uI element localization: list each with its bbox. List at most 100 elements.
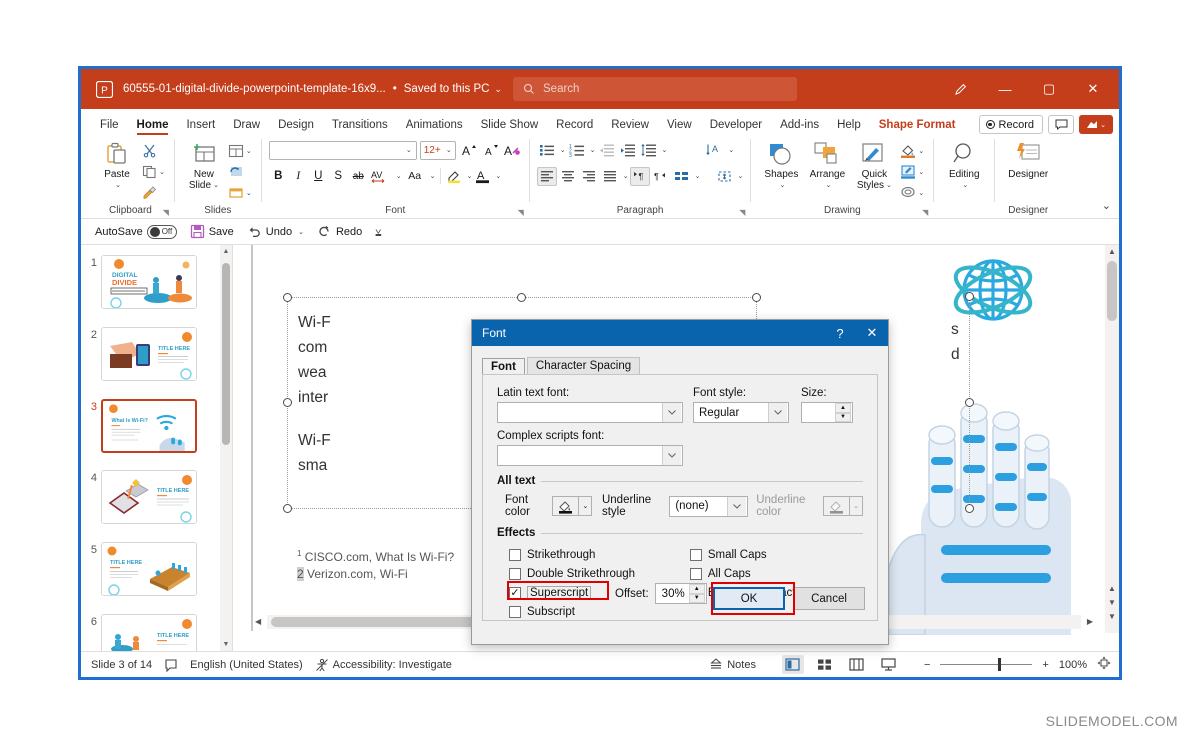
save-button[interactable]: Save — [186, 224, 238, 239]
layout-button[interactable]: ⌄ — [226, 141, 254, 160]
chevron-down-icon[interactable]: ⌄ — [918, 189, 924, 197]
chevron-down-icon[interactable]: ⌄ — [738, 172, 744, 180]
list-item[interactable]: 5 TITLE HERE — [81, 542, 231, 596]
minimize-button[interactable]: — — [983, 70, 1027, 108]
chevron-down-icon[interactable]: ⌄ — [396, 172, 402, 180]
chevron-down-icon[interactable]: ⌄ — [590, 146, 596, 154]
resize-handle-bottom-left[interactable] — [283, 504, 292, 513]
tab-shape-format[interactable]: Shape Format — [870, 116, 965, 135]
chevron-down-icon[interactable]: ⌄ — [825, 180, 831, 191]
clipboard-dialog-launcher[interactable]: ◥ — [163, 208, 169, 217]
effect-double-strikethrough[interactable]: Double Strikethrough — [509, 564, 690, 583]
tab-review[interactable]: Review — [602, 116, 658, 135]
chevron-down-icon[interactable] — [727, 496, 747, 516]
paste-button[interactable]: Paste ⌄ — [94, 139, 140, 191]
zoom-level[interactable]: 100% — [1059, 659, 1087, 671]
chevron-down-icon[interactable]: ⌄ — [430, 172, 436, 180]
zoom-in-button[interactable]: + — [1042, 659, 1048, 671]
chevron-down-icon[interactable]: ⌄ — [886, 180, 892, 191]
italic-button[interactable]: I — [289, 167, 308, 186]
resize-handle-middle-left[interactable] — [283, 398, 292, 407]
list-item[interactable]: 4 TITLE HERE — [81, 470, 231, 524]
font-color-picker[interactable]: ⌄ — [552, 496, 593, 516]
text-highlight-button[interactable] — [445, 167, 464, 186]
font-dialog-launcher[interactable]: ◥ — [518, 208, 524, 217]
tab-character-spacing[interactable]: Character Spacing — [526, 357, 641, 374]
zoom-out-button[interactable]: − — [924, 659, 930, 671]
tab-draw[interactable]: Draw — [224, 116, 269, 135]
scroll-down-icon[interactable]: ▼ — [1106, 612, 1118, 621]
spinner-down-icon[interactable]: ▼ — [835, 412, 851, 422]
thumbnail-4[interactable]: TITLE HERE — [101, 470, 197, 524]
help-button[interactable]: ? — [824, 320, 856, 346]
chevron-down-icon[interactable]: ⌄ — [560, 146, 566, 154]
customize-qat-button[interactable]: ⩣ — [371, 226, 385, 237]
pen-icon[interactable] — [939, 70, 983, 108]
chevron-down-icon[interactable]: ⌄ — [246, 147, 252, 155]
clear-formatting-button[interactable]: A — [503, 141, 522, 160]
tab-font[interactable]: Font — [482, 358, 525, 375]
cancel-button[interactable]: Cancel — [793, 587, 865, 610]
character-spacing-button[interactable]: AV — [369, 167, 393, 186]
drawing-dialog-launcher[interactable]: ◥ — [922, 208, 928, 217]
paragraph-dialog-launcher[interactable]: ◥ — [739, 208, 745, 217]
shape-fill-button[interactable]: ⌄ — [898, 141, 926, 160]
save-status[interactable]: Saved to this PC — [404, 83, 490, 95]
size-spinner[interactable]: ▲ ▼ — [801, 402, 853, 423]
spinner-buttons[interactable]: ▲ ▼ — [688, 584, 705, 603]
chevron-down-icon[interactable]: ⌄ — [159, 168, 165, 176]
resize-handle-right-top[interactable] — [965, 292, 974, 301]
tab-record[interactable]: Record — [547, 116, 602, 135]
align-center-button[interactable] — [558, 167, 578, 186]
new-slide-button[interactable]: New Slide ⌄ — [182, 139, 226, 191]
effect-all-caps[interactable]: All Caps — [689, 564, 863, 583]
underline-style-combo[interactable]: (none) — [669, 495, 749, 517]
slide-count[interactable]: Slide 3 of 14 — [91, 659, 152, 671]
thumbnail-2[interactable]: TITLE HERE — [101, 327, 197, 381]
align-left-button[interactable] — [536, 166, 557, 186]
chevron-down-icon[interactable] — [768, 403, 787, 422]
close-button[interactable]: ✕ — [856, 320, 888, 346]
fit-to-window-button[interactable] — [1097, 656, 1111, 673]
tab-file[interactable]: File — [91, 116, 128, 135]
chevron-down-icon[interactable]: ⌄ — [662, 146, 668, 154]
chevron-down-icon[interactable]: ⌄ — [623, 172, 629, 180]
designer-button[interactable]: Designer — [1002, 139, 1054, 180]
chevron-down-icon[interactable]: ⌄ — [115, 180, 121, 191]
decrease-font-size-button[interactable]: A — [481, 141, 500, 160]
previous-slide-icon[interactable]: ▲ — [1106, 584, 1118, 593]
thumbnail-scrollbar[interactable]: ▲ ▼ — [220, 245, 232, 651]
autosave-toggle[interactable]: AutoSave Off — [91, 224, 181, 239]
font-name-combo[interactable]: ⌄ — [268, 140, 417, 160]
chevron-down-icon[interactable]: ⌄ — [467, 172, 473, 180]
redo-button[interactable]: Redo — [313, 224, 366, 239]
resize-handle-right-bottom[interactable] — [965, 504, 974, 513]
footnotes[interactable]: 1 CISCO.com, What Is Wi-Fi? 2 Verizon.co… — [297, 545, 454, 583]
strikethrough-button[interactable]: ab — [349, 167, 368, 186]
share-button[interactable]: ⌄ — [1079, 115, 1113, 134]
chevron-down-icon[interactable]: ⌄ — [298, 228, 304, 236]
thumbnail-6[interactable]: TITLE HERE — [101, 614, 197, 656]
effect-subscript[interactable]: Subscript — [509, 602, 690, 621]
text-shadow-button[interactable]: S — [329, 167, 348, 186]
autosave-switch[interactable]: Off — [146, 224, 177, 239]
chevron-down-icon[interactable] — [662, 446, 681, 465]
vertical-scrollbar[interactable]: ▲ ▲ ▼ ▼ — [1105, 245, 1119, 633]
maximize-button[interactable]: ▢ — [1027, 70, 1071, 108]
comments-button[interactable] — [1048, 115, 1074, 134]
tab-view[interactable]: View — [658, 116, 701, 135]
scrollbar-thumb[interactable] — [222, 263, 230, 445]
resize-handle-top-center[interactable] — [517, 293, 526, 302]
tab-home[interactable]: Home — [128, 116, 178, 135]
chevron-down-icon[interactable]: ⌄ — [918, 168, 924, 176]
tab-add-ins[interactable]: Add-ins — [771, 116, 828, 135]
cut-button[interactable] — [140, 141, 167, 160]
next-slide-icon[interactable]: ▼ — [1106, 598, 1118, 607]
numbering-button[interactable]: 123 — [567, 141, 587, 160]
zoom-slider-thumb[interactable] — [998, 658, 1002, 671]
resize-handle-top-right[interactable] — [752, 293, 761, 302]
tab-animations[interactable]: Animations — [397, 116, 472, 135]
thumbnail-3[interactable]: What Is Wi-Fi? — [101, 399, 197, 453]
scroll-down-icon[interactable]: ▼ — [222, 641, 230, 648]
scroll-up-icon[interactable]: ▲ — [222, 248, 230, 255]
